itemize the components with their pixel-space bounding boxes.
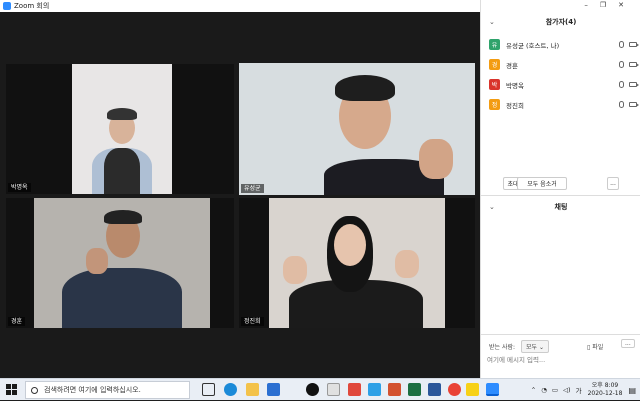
system-tray: ⌃ ◔ ▭ ◁) 가 오후 8:09 2020-12-18 ▤ [531, 379, 636, 401]
participant-name: 정진희 [506, 101, 524, 110]
close-icon[interactable]: ✕ [618, 1, 636, 9]
avatar: 경 [489, 59, 500, 70]
video-tile-2-active-speaker[interactable]: 유성균 [239, 63, 475, 195]
camera-icon[interactable] [629, 82, 639, 87]
participant-name: 경훈 [506, 61, 518, 70]
microphone-icon[interactable] [619, 61, 624, 68]
participant-name: 박명옥 [506, 81, 524, 90]
chat-header[interactable]: ⌄ 채팅 [481, 199, 640, 215]
video-tile-3[interactable]: 경훈 [6, 198, 234, 328]
network-icon[interactable]: ◔ [541, 386, 547, 394]
kakaotalk-icon[interactable] [466, 383, 479, 396]
video-gallery: 박명옥 유성균 경훈 정진희 [0, 12, 480, 378]
video-feed [239, 63, 475, 195]
participant-row[interactable]: 유 유성균 (호스트, 나) [489, 37, 639, 52]
avatar: 정 [489, 99, 500, 110]
tile-name: 박명옥 [8, 183, 31, 192]
chat-message-input[interactable] [487, 354, 635, 366]
video-feed [269, 198, 445, 328]
taskbar-search-placeholder: 검색하려면 여기에 입력하십시오. [44, 386, 141, 394]
windows-taskbar: 검색하려면 여기에 입력하십시오. ⌃ ◔ ▭ ◁) 가 오후 8:09 202… [0, 378, 640, 400]
word-icon[interactable] [428, 383, 441, 396]
video-feed [72, 64, 172, 194]
panel-divider [481, 195, 640, 196]
participant-name: 유성균 (호스트, 나) [506, 41, 560, 50]
tile-name: 정진희 [241, 317, 264, 326]
chevron-up-icon[interactable]: ⌃ [531, 386, 536, 394]
battery-icon[interactable]: ▭ [552, 386, 558, 394]
xbox-icon[interactable] [306, 383, 319, 396]
zoom-logo-icon [3, 2, 11, 10]
taskbar-clock[interactable]: 오후 8:09 2020-12-18 [588, 382, 623, 398]
windows-start-icon[interactable] [6, 384, 17, 395]
zoom-taskbar-icon[interactable] [486, 383, 499, 396]
camera-icon[interactable] [629, 102, 639, 107]
microphone-icon[interactable] [619, 81, 624, 88]
taskbar-search-box[interactable]: 검색하려면 여기에 입력하십시오. [25, 381, 190, 399]
chat-more-button[interactable]: ... [621, 339, 635, 348]
window-titlebar: Zoom 회의 [0, 0, 480, 12]
chat-file-button[interactable]: ▯ 파일 [587, 342, 603, 351]
camera-icon[interactable] [629, 42, 639, 47]
participant-row[interactable]: 경 경훈 [489, 57, 639, 72]
tile-name: 경훈 [8, 317, 26, 326]
volume-icon[interactable]: ◁) [563, 386, 571, 394]
chevron-down-icon[interactable]: ⌄ [489, 199, 495, 215]
microphone-icon[interactable] [619, 41, 624, 48]
photos-icon[interactable] [368, 383, 381, 396]
edge-browser-icon[interactable] [224, 383, 237, 396]
avatar: 박 [489, 79, 500, 90]
avatar: 유 [489, 39, 500, 50]
mute-all-button[interactable]: 모두 음소거 [517, 177, 567, 190]
file-explorer-icon[interactable] [246, 383, 259, 396]
chevron-down-icon[interactable]: ⌄ [489, 14, 495, 30]
powerpoint-icon[interactable] [388, 383, 401, 396]
participants-header[interactable]: ⌄ 참가자(4) [481, 14, 640, 30]
video-tile-1[interactable]: 박명옥 [6, 64, 234, 194]
video-feed [34, 198, 210, 328]
maximize-icon[interactable]: ❐ [600, 1, 618, 9]
excel-icon[interactable] [408, 383, 421, 396]
side-panel: –❐✕ ⌄ 참가자(4) 유 유성균 (호스트, 나) 경 경훈 박 박명옥 정… [480, 0, 640, 378]
media-app-icon[interactable] [348, 383, 361, 396]
chat-recipient-select[interactable]: 모두 ⌄ [521, 340, 549, 353]
window-controls: –❐✕ [584, 1, 636, 9]
participants-more-button[interactable]: ... [607, 177, 619, 190]
chrome-icon[interactable] [448, 383, 461, 396]
ime-indicator[interactable]: 가 [576, 385, 582, 395]
video-tile-4[interactable]: 정진희 [239, 198, 475, 328]
task-view-icon[interactable] [202, 383, 215, 396]
search-icon [31, 386, 38, 394]
camera-app-icon[interactable] [327, 383, 340, 396]
minimize-icon[interactable]: – [584, 1, 600, 9]
participant-row[interactable]: 박 박명옥 [489, 77, 639, 92]
tile-name: 유성균 [241, 184, 264, 193]
chat-composer: 받는 사람: 모두 ⌄ ▯ 파일 ... [481, 334, 640, 378]
camera-icon[interactable] [629, 62, 639, 67]
microphone-icon[interactable] [619, 101, 624, 108]
window-title: Zoom 회의 [14, 2, 50, 10]
participant-row[interactable]: 정 정진희 [489, 97, 639, 112]
mail-icon[interactable] [267, 383, 280, 396]
chat-to-label: 받는 사람: [489, 344, 516, 351]
notification-icon[interactable]: ▤ [628, 386, 636, 395]
